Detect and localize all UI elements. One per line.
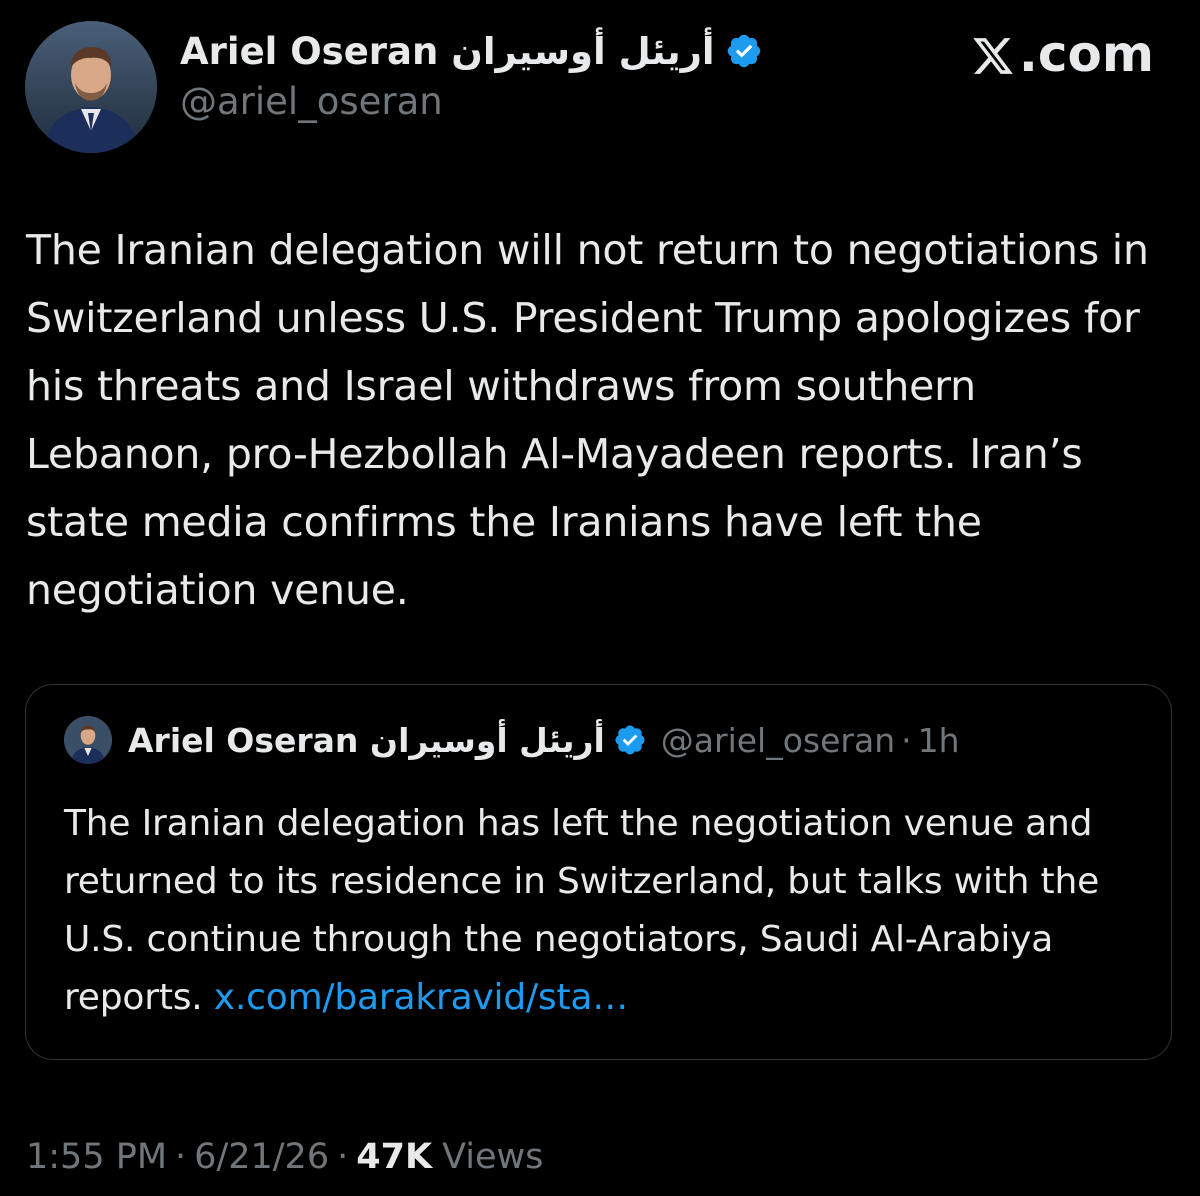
x-logo-text: .com — [1018, 25, 1154, 83]
views-label: Views — [442, 1137, 544, 1177]
verified-badge-icon[interactable] — [725, 32, 763, 70]
quote-header: Ariel Oseran أريئل أوسيران @ariel_oseran… — [64, 715, 960, 765]
meta-separator-2: · — [337, 1137, 349, 1177]
avatar-photo-icon — [25, 21, 157, 153]
quote-separator: · — [901, 720, 912, 760]
views-count: 47K — [356, 1137, 433, 1177]
tweet-time[interactable]: 1:55 PM — [26, 1137, 167, 1177]
quote-author-handle: @ariel_oseran — [660, 720, 896, 760]
meta-separator: · — [175, 1137, 187, 1177]
quote-tweet-card[interactable]: Ariel Oseran أريئل أوسيران @ariel_oseran… — [25, 684, 1172, 1060]
author-display-name[interactable]: Ariel Oseran أريئل أوسيران — [180, 30, 715, 73]
quote-text: The Iranian delegation has left the nego… — [64, 795, 1144, 1027]
tweet-meta: 1:55 PM · 6/21/26 · 47K Views — [26, 1130, 543, 1184]
quote-author-name: Ariel Oseran أريئل أوسيران — [128, 720, 605, 760]
author-name-row: Ariel Oseran أريئل أوسيران — [180, 24, 763, 78]
quote-link[interactable]: x.com/barakravid/sta… — [214, 977, 628, 1018]
quote-avatar-photo-icon — [64, 716, 112, 764]
quote-timestamp[interactable]: 1h — [918, 721, 960, 760]
author-handle[interactable]: @ariel_oseran — [180, 80, 443, 123]
tweet-text: The Iranian delegation will not return t… — [26, 226, 1149, 614]
quote-author-avatar[interactable] — [64, 716, 112, 764]
quote-verified-badge-icon — [613, 723, 647, 757]
author-avatar[interactable] — [25, 21, 157, 153]
x-logo-icon — [971, 32, 1015, 76]
tweet-screenshot: Ariel Oseran أريئل أوسيران @ariel_oseran… — [0, 0, 1200, 1196]
tweet-date[interactable]: 6/21/26 — [194, 1137, 329, 1177]
x-com-logo: .com — [971, 24, 1154, 84]
